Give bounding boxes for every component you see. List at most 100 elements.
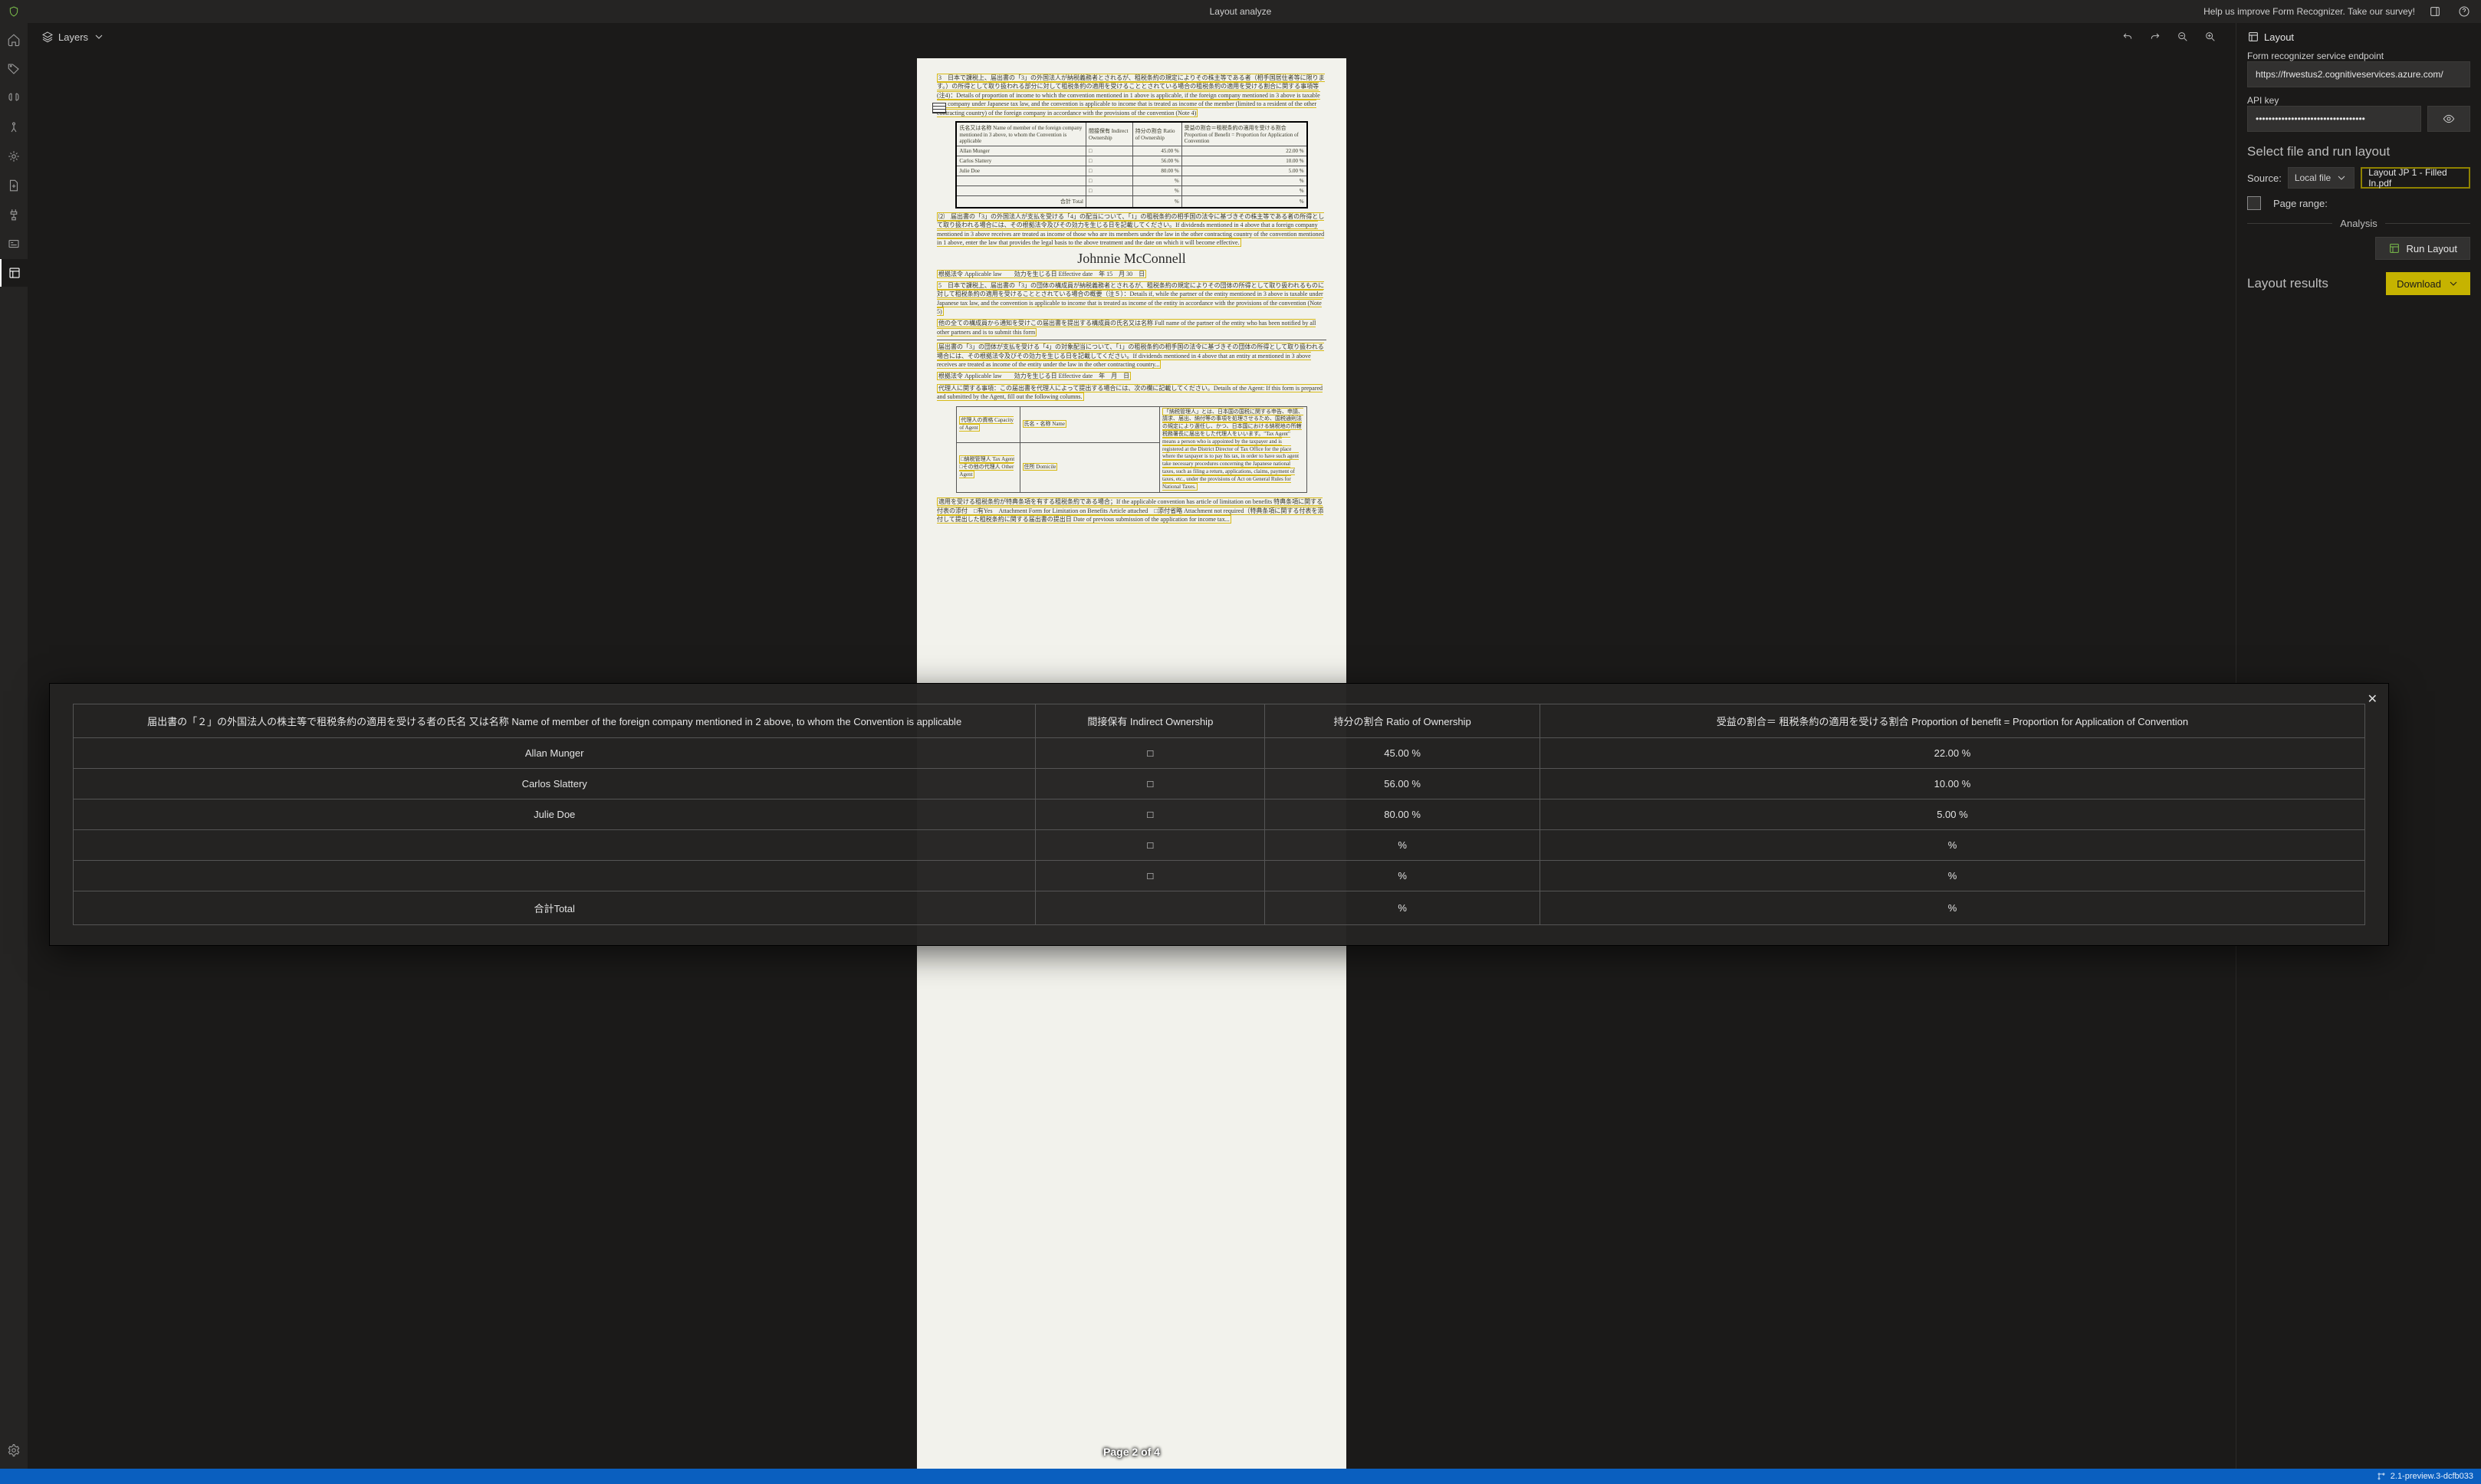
run-layout-button[interactable]: Run Layout: [2375, 237, 2471, 260]
doc-td: %: [1181, 176, 1306, 186]
source-select[interactable]: Local file: [2288, 167, 2354, 189]
zoom-in-button[interactable]: [2199, 25, 2222, 48]
results-heading: Layout results: [2247, 276, 2328, 291]
cell-ratio: 56.00 %: [1265, 768, 1540, 799]
doc-td: %: [1181, 195, 1306, 207]
doc-para: 届出書の「3」の団体が支払を受ける「4」の対象配当について、「1」の租税条約の相…: [937, 343, 1324, 369]
extracted-table-modal: ✕ 届出書の「２」の外国法人の株主等で租税条約の適用を受ける者の氏名 又は名称 …: [49, 683, 2389, 946]
sidebar-item-text[interactable]: [0, 230, 28, 258]
sidebar-item-tag[interactable]: [0, 55, 28, 83]
doc-td: □: [1086, 146, 1132, 156]
titlebar: Layout analyze Help us improve Form Reco…: [0, 0, 2481, 23]
zoom-out-button[interactable]: [2171, 25, 2194, 48]
table-row: Julie Doe □ 80.00 % 5.00 %: [74, 799, 2365, 829]
sidebar-item-brain[interactable]: [0, 84, 28, 112]
feedback-icon[interactable]: [2426, 2, 2444, 21]
download-button[interactable]: Download: [2386, 272, 2470, 295]
sidebar: [0, 23, 28, 1469]
cell-benefit: %: [1540, 860, 2364, 891]
source-value: Local file: [2295, 172, 2331, 183]
table-header: 届出書の「２」の外国法人の株主等で租税条約の適用を受ける者の氏名 又は名称 Na…: [74, 704, 1036, 737]
chevron-down-icon: [2447, 277, 2460, 290]
apikey-label: API key: [2247, 95, 2470, 106]
cell-name: [74, 829, 1036, 860]
table-row: □ % %: [74, 860, 2365, 891]
help-icon[interactable]: [2455, 2, 2473, 21]
doc-agent-table: 代理人の資格 Capacity of Agent氏名・名称 Name「納税管理人…: [956, 406, 1306, 494]
table-anchor-icon[interactable]: [932, 103, 946, 113]
doc-para: 3 日本で課税上、届出書の「3」の外国法人が納税義務者とされるが、租税条約の規定…: [937, 74, 1325, 117]
redo-button[interactable]: [2144, 25, 2167, 48]
cell-ratio: 80.00 %: [1265, 799, 1540, 829]
doc-td: Julie Doe: [957, 166, 1086, 176]
sidebar-item-new-file[interactable]: [0, 172, 28, 199]
doc-td: 22.00 %: [1181, 146, 1306, 156]
doc-td: %: [1132, 176, 1181, 186]
run-icon: [2388, 242, 2400, 254]
sidebar-item-compose[interactable]: [0, 143, 28, 170]
cell-name: Allan Munger: [74, 737, 1036, 768]
doc-para: 5 日本で課税上、届出書の「3」の団体の構成員が納税義務者とされるが、租税条約の…: [937, 281, 1324, 316]
chevron-down-icon: [2335, 172, 2348, 184]
doc-para: 「納税管理人」とは、日本国の国税に関する申告、申請、請求、届出、納付等の事項を処…: [1162, 408, 1303, 491]
doc-th: 氏名又は名称 Name of member of the foreign com…: [957, 122, 1086, 146]
cell-ratio: %: [1265, 860, 1540, 891]
app-logo: [0, 5, 28, 18]
table-row: Allan Munger □ 45.00 % 22.00 %: [74, 737, 2365, 768]
doc-td: □: [1086, 186, 1132, 195]
layout-icon: [2247, 31, 2259, 43]
doc-para: 代理人に関する事項：この届出書を代理人によって提出する場合には、次の欄に記載して…: [937, 384, 1323, 401]
doc-para: 適用を受ける租税条約が特典条項を有する租税条約である場合；If the appl…: [937, 497, 1323, 524]
cell-benefit: 5.00 %: [1540, 799, 2364, 829]
table-row: □ % %: [74, 829, 2365, 860]
select-file-heading: Select file and run layout: [2247, 144, 2470, 159]
sidebar-item-settings[interactable]: [0, 1436, 28, 1464]
app-body: Layers 3 日本で課税上、届出書の「3」の外国法人が納税義務者とされるが、…: [0, 23, 2481, 1469]
file-name-box[interactable]: Layout JP 1 - Filled In.pdf: [2361, 167, 2470, 189]
doc-td: Carlos Slattery: [957, 156, 1086, 166]
doc-inner-table[interactable]: 氏名又は名称 Name of member of the foreign com…: [956, 122, 1306, 208]
doc-td: Allan Munger: [957, 146, 1086, 156]
sidebar-item-layout[interactable]: [0, 259, 28, 287]
doc-para: 根拠法令 Applicable law 効力を生じる日 Effective da…: [937, 270, 1146, 278]
sidebar-item-connect[interactable]: [0, 201, 28, 228]
survey-link[interactable]: Help us improve Form Recognizer. Take ou…: [2203, 6, 2415, 17]
doc-td: 5.00 %: [1181, 166, 1306, 176]
file-name-text: Layout JP 1 - Filled In.pdf: [2368, 167, 2463, 189]
canvas-toolbar: Layers: [28, 23, 2236, 51]
cell-indirect: □: [1036, 799, 1265, 829]
apikey-input[interactable]: [2247, 106, 2421, 132]
doc-td: □: [1086, 176, 1132, 186]
pagerange-checkbox[interactable]: [2247, 196, 2261, 210]
layers-dropdown[interactable]: Layers: [41, 31, 105, 43]
cell-benefit: %: [1540, 891, 2364, 924]
table-header: 間接保有 Indirect Ownership: [1036, 704, 1265, 737]
download-label: Download: [2397, 278, 2441, 290]
cell-name: 合計Total: [74, 891, 1036, 924]
status-bar: 2.1-preview.3-dcfb033: [0, 1469, 2481, 1484]
doc-td: %: [1132, 186, 1181, 195]
doc-td: 合計 Total: [957, 195, 1086, 207]
cell-name: Carlos Slattery: [74, 768, 1036, 799]
cell-ratio: %: [1265, 829, 1540, 860]
reveal-key-button[interactable]: [2427, 106, 2470, 132]
analysis-divider: Analysis: [2247, 218, 2470, 229]
doc-para: ⑵ 届出書の「3」の外国法人が支払を受ける「4」の配当について、「1」の租税条約…: [937, 212, 1324, 247]
endpoint-label: Form recognizer service endpoint: [2247, 51, 2470, 61]
run-label: Run Layout: [2407, 243, 2458, 254]
app-title: Layout analyze: [1210, 6, 1272, 17]
close-icon[interactable]: ✕: [2368, 691, 2377, 707]
chevron-down-icon: [93, 31, 105, 43]
doc-td: %: [1132, 195, 1181, 207]
endpoint-input[interactable]: [2247, 61, 2470, 87]
doc-td: [957, 176, 1086, 186]
table-header: 受益の割合＝ 租税条約の適用を受ける割合 Proportion of benef…: [1540, 704, 2364, 737]
signature: Johnnie McConnell: [937, 251, 1326, 267]
panel-title-text: Layout: [2264, 31, 2294, 43]
layers-icon: [41, 31, 54, 43]
undo-button[interactable]: [2116, 25, 2139, 48]
doc-th: 間接保有 Indirect Ownership: [1086, 122, 1132, 146]
sidebar-item-home[interactable]: [0, 26, 28, 54]
doc-td: %: [1181, 186, 1306, 195]
sidebar-item-person[interactable]: [0, 113, 28, 141]
